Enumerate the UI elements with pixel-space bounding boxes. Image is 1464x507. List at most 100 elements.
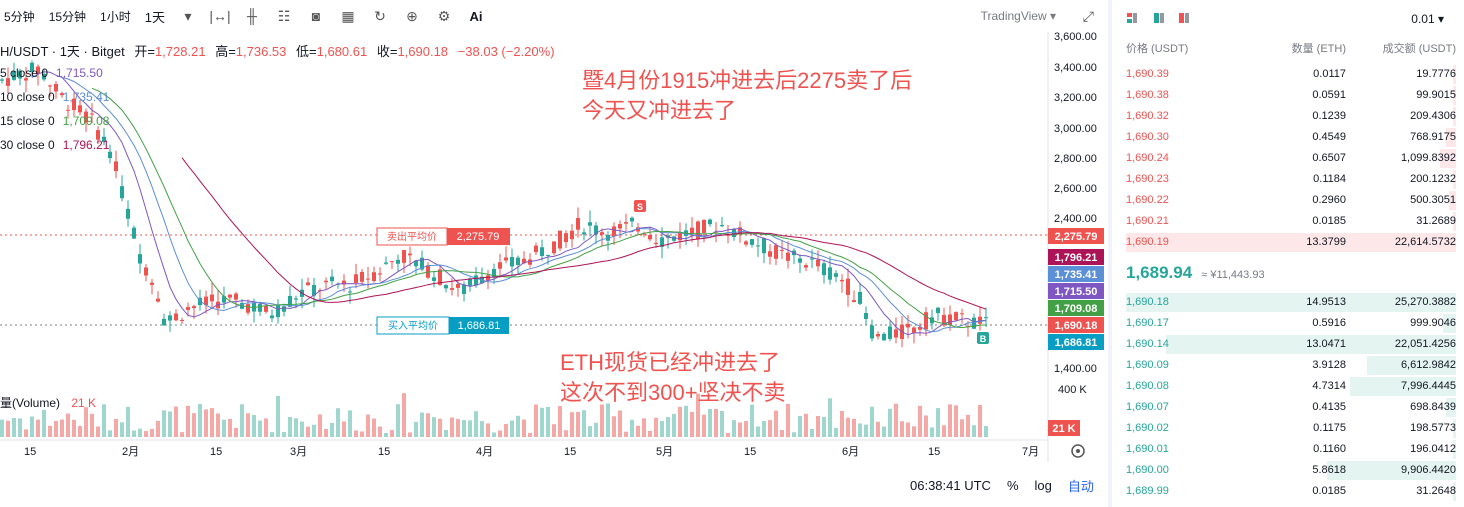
ma-legend-15[interactable]: 15 close 0 1,709.08	[0, 114, 109, 128]
candle-body	[828, 267, 832, 280]
bid-row[interactable]: 1,690.00 5.8618 9,906.4420	[1112, 460, 1464, 481]
order-qty: 0.1175	[1313, 422, 1346, 434]
order-total: 698.8439	[1410, 401, 1456, 413]
candle-body	[114, 161, 118, 172]
bid-row[interactable]: 1,690.08 4.7314 7,996.4445	[1112, 376, 1464, 397]
both-sides-icon[interactable]	[1127, 13, 1137, 23]
auto-toggle[interactable]: 自动	[1068, 476, 1094, 495]
note-line: 暨4月份1915冲进去后2275卖了后	[582, 68, 913, 93]
asks-only-icon[interactable]	[1179, 13, 1189, 23]
price-chart[interactable]: S B 卖出平均价 2,275.79 买入平均价 1,686.81 3,600.…	[0, 0, 1108, 507]
candle-body	[822, 263, 826, 276]
candle-body	[282, 306, 286, 312]
volume-bar	[402, 393, 406, 437]
volume-bar	[780, 430, 784, 437]
candle-body	[330, 276, 334, 282]
order-total: 1,099.8392	[1400, 152, 1456, 164]
bid-row[interactable]: 1,690.18 14.9513 25,270.3882	[1112, 292, 1464, 313]
ask-row[interactable]: 1,690.24 0.6507 1,099.8392	[1112, 148, 1464, 169]
ma-value: 1,735.41	[62, 90, 110, 104]
utc-clock[interactable]: 06:38:41 UTC	[910, 478, 991, 493]
settings-icon[interactable]	[1071, 444, 1085, 458]
volume-bar	[576, 411, 580, 437]
bid-row[interactable]: 1,689.99 0.0185 31.2648	[1112, 481, 1464, 502]
volume-bar	[834, 427, 838, 437]
order-book-header: 0.01 ▾	[1112, 0, 1464, 36]
candle-body	[948, 314, 952, 325]
bid-row[interactable]: 1,690.07 0.4135 698.8439	[1112, 397, 1464, 418]
ma-legend-30[interactable]: 30 close 0 1,796.21	[0, 138, 109, 152]
bid-row[interactable]: 1,690.01 0.1160 196.0412	[1112, 439, 1464, 460]
candle-body	[384, 262, 388, 264]
volume-bar	[384, 432, 388, 437]
candle-body	[780, 249, 784, 251]
volume-bar	[42, 409, 46, 437]
candle-body	[192, 306, 196, 309]
order-qty: 0.1184	[1313, 173, 1346, 185]
candle-body	[510, 257, 514, 267]
candle-body	[360, 271, 364, 282]
price-tag: 1,715.50	[1055, 286, 1098, 298]
col-price: 价格 (USDT)	[1126, 43, 1189, 55]
bid-row[interactable]: 1,690.09 3.9128 6,612.9842	[1112, 355, 1464, 376]
candle-body	[798, 258, 802, 263]
buy-marker[interactable]: B	[977, 332, 989, 344]
ask-row[interactable]: 1,690.19 13.3799 22,614.5732	[1112, 232, 1464, 253]
percent-toggle[interactable]: %	[1007, 478, 1019, 493]
time-axis[interactable]: 15 2月 15 3月 15 4月 15 5月 15 6月 15 7月	[24, 446, 1039, 458]
volume-bar	[258, 420, 262, 437]
volume-bar	[600, 404, 604, 437]
order-qty: 0.0185	[1312, 215, 1346, 227]
volume-bar	[60, 419, 64, 437]
price-tags: 2,275.79 1,796.21 1,735.41 1,715.50 1,70…	[1048, 228, 1104, 436]
bids-only-icon[interactable]	[1154, 13, 1164, 23]
ask-row[interactable]: 1,690.23 0.1184 200.1232	[1112, 169, 1464, 190]
ask-row[interactable]: 1,690.32 0.1239 209.4306	[1112, 106, 1464, 127]
candle-body	[150, 282, 154, 285]
candle-body	[396, 259, 400, 264]
order-price: 1,690.17	[1126, 317, 1169, 329]
candle-body	[120, 186, 124, 199]
volume-bar	[708, 409, 712, 437]
ma-legend-5[interactable]: 5 close 0 1,715.50	[0, 66, 103, 80]
volume-bar	[810, 428, 814, 437]
ma-value: 1,715.50	[56, 66, 103, 80]
order-price: 1,690.21	[1126, 215, 1169, 227]
volume-legend[interactable]: 量(Volume) 21 K	[0, 394, 96, 411]
order-book-view-toggles[interactable]	[1126, 0, 1246, 36]
volume-bar	[438, 418, 442, 437]
volume-bar	[744, 421, 748, 437]
volume-bar	[738, 422, 742, 437]
ask-row[interactable]: 1,690.21 0.0185 31.2689	[1112, 211, 1464, 232]
volume-tick: 400 K	[1058, 384, 1087, 396]
ma-legend-10[interactable]: 10 close 0 1,735.41	[0, 90, 109, 104]
volume-bar	[930, 427, 934, 437]
price-tag: 1,709.08	[1055, 303, 1098, 315]
bid-row[interactable]: 1,690.02 0.1175 198.5773	[1112, 418, 1464, 439]
candle-body	[348, 291, 352, 293]
price-tick: 3,400.00	[1054, 62, 1097, 74]
symbol-name[interactable]: H/USDT · 1天 · Bitget	[0, 44, 125, 59]
bid-row[interactable]: 1,690.14 13.0471 22,051.4256	[1112, 334, 1464, 355]
ask-row[interactable]: 1,690.22 0.2960 500.3051	[1112, 190, 1464, 211]
order-qty: 0.0117	[1313, 68, 1346, 80]
ask-row[interactable]: 1,690.38 0.0591 99.9015	[1112, 85, 1464, 106]
ask-row[interactable]: 1,690.39 0.0117 19.7776	[1112, 64, 1464, 85]
candle-body	[756, 245, 760, 247]
sell-marker[interactable]: S	[634, 200, 646, 212]
volume-bar	[408, 432, 412, 437]
ma-label: 30 close 0	[0, 138, 55, 152]
candle-body	[906, 323, 910, 328]
candle-body	[534, 245, 538, 253]
candle-body	[144, 267, 148, 276]
log-toggle[interactable]: log	[1035, 478, 1052, 493]
ask-row[interactable]: 1,690.30 0.4549 768.9175	[1112, 127, 1464, 148]
volume-bar	[390, 430, 394, 437]
precision-select[interactable]: 0.01 ▾	[1411, 12, 1444, 26]
bid-row[interactable]: 1,690.17 0.5916 999.9046	[1112, 313, 1464, 334]
candle-body	[498, 262, 502, 269]
volume-bar	[942, 425, 946, 437]
volume-bar	[228, 418, 232, 437]
candle-body	[960, 313, 964, 315]
volume-bar	[876, 421, 880, 437]
